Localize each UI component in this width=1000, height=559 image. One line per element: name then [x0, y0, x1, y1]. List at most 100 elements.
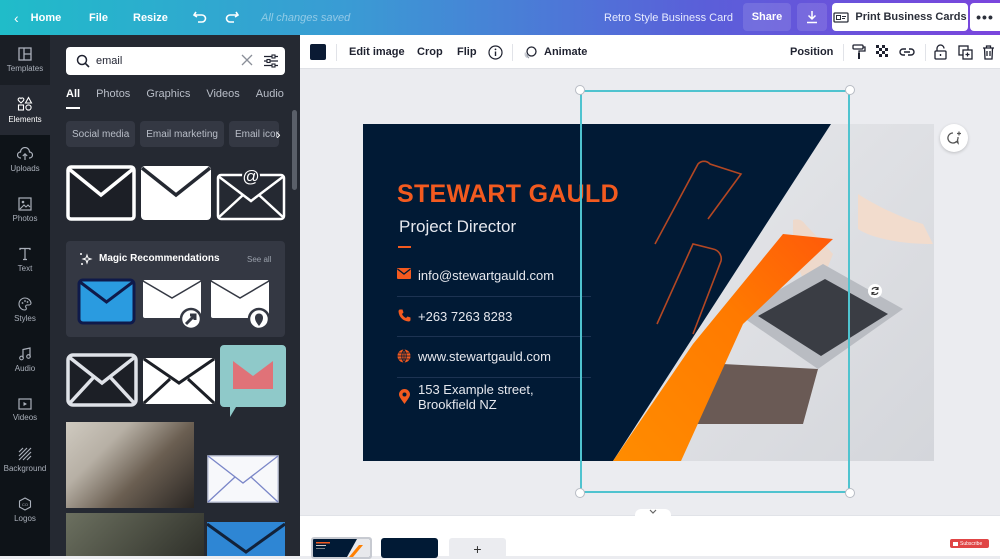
file-menu[interactable]: File	[89, 0, 108, 35]
add-comment-button[interactable]	[940, 124, 968, 152]
resize-handle-top-right[interactable]	[845, 85, 855, 95]
envelope-speech-bubble-graphic[interactable]	[220, 345, 286, 417]
animate-button[interactable]: Animate	[523, 35, 587, 69]
phone-icon	[398, 309, 410, 322]
print-business-cards-button[interactable]: Print Business Cards	[832, 3, 968, 31]
animate-icon	[524, 45, 537, 59]
panel-scrollbar[interactable]	[292, 110, 297, 190]
hands-photo-thumbnail[interactable]	[66, 513, 204, 556]
flip-button[interactable]: Flip	[457, 35, 477, 69]
trash-icon	[983, 44, 994, 60]
tab-photos[interactable]: Photos	[96, 85, 130, 109]
more-options-button[interactable]: •••	[970, 3, 1000, 31]
divider	[925, 44, 926, 61]
globe-icon	[397, 349, 411, 363]
resize-handle-bottom-right[interactable]	[845, 488, 855, 498]
edit-image-button[interactable]: Edit image	[349, 35, 405, 69]
see-all-link[interactable]: See all	[247, 255, 271, 264]
duplicate-icon	[958, 44, 973, 60]
card-address-row[interactable]: 153 Example street, Brookfield NZ	[397, 382, 534, 412]
copy-style-button[interactable]	[852, 35, 866, 69]
rail-label: Templates	[6, 64, 44, 73]
photos-icon	[18, 197, 32, 211]
rotate-handle[interactable]	[868, 284, 882, 298]
rail-item-background[interactable]: Background	[0, 435, 50, 485]
home-button[interactable]: ‹ Home	[14, 0, 61, 35]
mail-icon	[397, 268, 411, 279]
context-toolbar: Edit image Crop Flip Animate Position	[300, 35, 1000, 69]
rail-item-photos[interactable]: Photos	[0, 185, 50, 235]
rail-item-logos[interactable]: CO Logos	[0, 485, 50, 535]
envelope-blue-flat-graphic[interactable]	[207, 522, 285, 556]
lock-button[interactable]	[934, 35, 947, 69]
envelope-white-cross-graphic[interactable]	[142, 355, 216, 407]
chip-email-icon[interactable]: Email icon	[228, 121, 279, 147]
rail-item-uploads[interactable]: Uploads	[0, 135, 50, 185]
rail-item-videos[interactable]: Videos	[0, 385, 50, 435]
svg-text:@: @	[242, 167, 259, 186]
duplicate-button[interactable]	[958, 35, 973, 69]
save-status: All changes saved	[261, 11, 351, 24]
resize-handle-top-left[interactable]	[575, 85, 585, 95]
redo-button[interactable]	[224, 8, 242, 26]
tab-all[interactable]: All	[66, 85, 81, 109]
filter-icon[interactable]	[263, 53, 279, 69]
tab-videos[interactable]: Videos	[206, 85, 239, 109]
page-thumbnail-2[interactable]	[381, 538, 438, 558]
info-button[interactable]	[488, 35, 503, 69]
card-name[interactable]: STEWART GAULD	[397, 180, 619, 209]
resize-button[interactable]: Resize	[133, 0, 168, 35]
clear-search-icon[interactable]	[241, 54, 253, 66]
position-button[interactable]: Position	[790, 35, 833, 69]
envelope-outline-graphic[interactable]	[66, 165, 136, 221]
transparency-button[interactable]	[876, 35, 890, 69]
chip-email-marketing[interactable]: Email marketing	[140, 121, 224, 147]
rail-label: Uploads	[10, 164, 40, 173]
chip-social-media[interactable]: Social media	[66, 121, 136, 147]
rail-item-audio[interactable]: Audio	[0, 335, 50, 385]
expand-pages-button[interactable]	[635, 509, 671, 517]
envelope-light-graphic[interactable]	[207, 455, 279, 503]
redo-icon	[225, 11, 240, 23]
tab-audio[interactable]: Audio	[256, 85, 284, 109]
envelope-cross-graphic[interactable]	[66, 353, 138, 407]
envelope-blue-graphic[interactable]	[77, 278, 136, 325]
undo-button[interactable]	[192, 8, 210, 26]
document-title[interactable]: Retro Style Business Card	[604, 0, 733, 35]
divider	[843, 44, 844, 61]
card-website-row[interactable]: www.stewartgauld.com	[397, 349, 551, 364]
envelope-at-graphic[interactable]: @	[216, 163, 286, 221]
rail-item-text[interactable]: Text	[0, 235, 50, 285]
logo-icon: CO	[18, 497, 32, 511]
link-button[interactable]	[899, 35, 915, 69]
envelope-solid-graphic[interactable]	[140, 165, 212, 221]
top-bar: ‹ Home File Resize All changes saved Ret…	[0, 0, 1000, 35]
print-label: Print Business Cards	[855, 11, 967, 23]
crop-button[interactable]: Crop	[417, 35, 443, 69]
chevron-right-icon[interactable]: ›	[276, 121, 281, 147]
card-phone-row[interactable]: +263 7263 8283	[397, 309, 512, 324]
rail-item-templates[interactable]: Templates	[0, 35, 50, 85]
address-line-1: 153 Example street,	[418, 382, 534, 397]
magic-recommendations: Magic Recommendations See all	[66, 241, 285, 337]
tab-graphics[interactable]: Graphics	[146, 85, 190, 109]
add-page-button[interactable]: +	[449, 538, 506, 558]
subscribe-badge[interactable]: Subscribe	[950, 539, 989, 548]
filter-tabs: All Photos Graphics Videos Audio	[66, 85, 300, 109]
card-email-row[interactable]: info@stewartgauld.com	[397, 268, 554, 283]
card-role[interactable]: Project Director	[399, 217, 516, 237]
laptop-photo-thumbnail[interactable]	[66, 422, 194, 508]
rail-item-elements[interactable]: Elements	[0, 85, 50, 135]
home-label: Home	[30, 11, 62, 24]
magic-title: Magic Recommendations	[99, 253, 220, 264]
search-input[interactable]	[96, 51, 236, 71]
delete-button[interactable]	[982, 35, 995, 69]
rail-item-styles[interactable]: Styles	[0, 285, 50, 335]
share-button[interactable]: Share	[743, 3, 791, 31]
download-button[interactable]	[797, 3, 827, 31]
resize-handle-bottom-left[interactable]	[575, 488, 585, 498]
envelope-share-graphic[interactable]	[142, 278, 204, 330]
card-email: info@stewartgauld.com	[418, 268, 555, 283]
color-swatch[interactable]	[310, 44, 326, 60]
envelope-location-graphic[interactable]	[210, 278, 272, 330]
